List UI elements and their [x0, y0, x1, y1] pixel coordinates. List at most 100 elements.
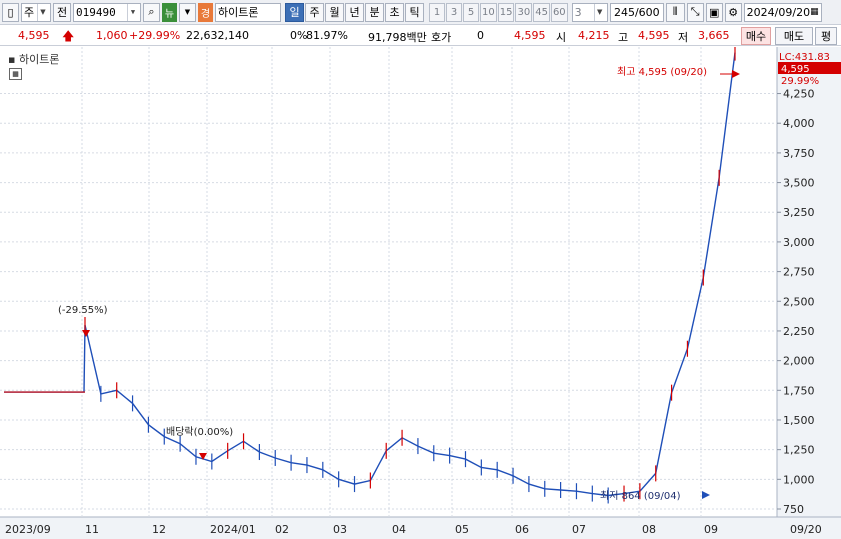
eval-button[interactable]: 평 — [815, 27, 837, 45]
chart-canvas[interactable]: 750 1,000 1,250 1,500 1,750 2,000 2,250 2,500 2,… — [0, 44, 841, 539]
drop-annotation: (-29.55%) — [58, 305, 108, 316]
x-tick-label: 12 — [152, 523, 166, 536]
low-annotation: 최저 864 (09/04) — [600, 490, 681, 502]
y-tick-label: 2,250 — [783, 325, 815, 338]
gear-icon[interactable]: ⚙ — [724, 2, 742, 22]
interval-45[interactable]: 45 — [533, 2, 550, 22]
price-change: 1,060 — [96, 29, 128, 42]
sell-button[interactable]: 매도 — [775, 27, 813, 45]
y-tick-label: 3,750 — [783, 147, 815, 160]
market-type-select[interactable]: 주 ▼ — [21, 2, 51, 22]
period-tab-year[interactable]: 년 — [345, 2, 364, 22]
date-input[interactable]: 2024/09/20 ▦ — [743, 2, 822, 22]
y-tick-label: 1,000 — [783, 473, 815, 486]
data-count-input[interactable]: 245/600 — [609, 2, 664, 22]
interval-60[interactable]: 60 — [550, 2, 568, 22]
chevron-down-icon: ▼ — [593, 3, 605, 21]
y-tick-label: 2,750 — [783, 266, 815, 279]
table-view-icon[interactable]: ▦ — [9, 68, 22, 80]
chart-legend: ▪ 하이트론 — [8, 53, 60, 66]
x-tick-label: 06 — [515, 523, 529, 536]
draw-tool-icon[interactable]: ⤡ — [686, 2, 704, 22]
period-tab-day[interactable]: 일 — [285, 2, 304, 22]
x-tick-label: 09/20 — [790, 523, 822, 536]
period-tab-week[interactable]: 주 — [305, 2, 324, 22]
y-tick-label: 3,500 — [783, 177, 815, 190]
x-tick-label: 08 — [642, 523, 656, 536]
last-rate-label: 29.99% — [781, 76, 819, 87]
market-type-value: 주 — [24, 6, 35, 19]
ratio-label: 0% — [290, 29, 308, 42]
low-price: 3,665 — [698, 29, 730, 42]
y-tick-label: 2,000 — [783, 355, 815, 368]
open-price: 4,215 — [578, 29, 610, 42]
quote-bar: 4,595 🡅 1,060 +29.99% 22,632,140 0% 81.9… — [0, 26, 841, 46]
x-tick-label: 2024/01 — [210, 523, 256, 536]
y-tick-label: 750 — [783, 503, 804, 516]
interval-3[interactable]: 3 — [446, 2, 462, 22]
high-label: 고 — [618, 31, 629, 44]
y-tick-label: 4,250 — [783, 88, 815, 101]
period-tab-minute[interactable]: 분 — [365, 2, 384, 22]
interval-select-value: 3 — [574, 5, 582, 19]
period-tab-second[interactable]: 초 — [385, 2, 404, 22]
interval-30[interactable]: 30 — [515, 2, 533, 22]
dividend-annotation: 배당락(0.00%) — [166, 426, 233, 438]
x-tick-label: 2023/09 — [5, 523, 51, 536]
x-tick-label: 09 — [704, 523, 718, 536]
interval-5[interactable]: 5 — [463, 2, 479, 22]
interval-10[interactable]: 10 — [480, 2, 497, 22]
change-rate: +29.99% — [129, 29, 181, 42]
lc-label: LC:431.83 — [779, 52, 830, 63]
stock-name-field[interactable]: 하이트론 — [215, 2, 281, 22]
open-label: 시 — [556, 31, 567, 44]
alert-badge[interactable]: 경 — [198, 2, 213, 22]
calendar-icon[interactable]: ▦ — [810, 7, 819, 17]
interval-buttons: 1 3 5 10 15 30 45 60 — [429, 2, 568, 22]
candle-type-icon[interactable]: ⫴ — [665, 2, 685, 22]
x-tick-label: 05 — [455, 523, 469, 536]
interval-15[interactable]: 15 — [497, 2, 515, 22]
dropdown-icon[interactable]: ▼ — [179, 2, 196, 22]
chart-settings-icon[interactable]: ▯ — [2, 2, 19, 22]
buy-button[interactable]: 매수 — [741, 27, 771, 45]
y-tick-label: 1,750 — [783, 384, 815, 397]
y-tick-label: 1,250 — [783, 444, 815, 457]
chevron-down-icon: ▼ — [37, 3, 48, 21]
chevron-down-icon: ▼ — [127, 3, 138, 21]
x-tick-label: 03 — [333, 523, 347, 536]
trade-amount: 91,798백만 — [368, 31, 427, 44]
low-label: 저 — [678, 31, 689, 44]
x-tick-label: 07 — [572, 523, 586, 536]
y-tick-label: 3,000 — [783, 236, 815, 249]
last-price-label: 4,595 — [781, 64, 810, 75]
y-tick-label: 2,500 — [783, 295, 815, 308]
market-prefix-button[interactable]: 전 — [53, 2, 71, 22]
save-icon[interactable]: ▣ — [705, 2, 723, 22]
ratio-value: 81.97% — [306, 29, 348, 42]
y-tick-label: 1,500 — [783, 414, 815, 427]
period-tab-month[interactable]: 월 — [325, 2, 344, 22]
news-badge[interactable]: 뉴 — [162, 2, 177, 22]
x-tick-label: 02 — [275, 523, 289, 536]
hoga-value: 0 — [477, 29, 484, 42]
stock-code-value: 019490 — [76, 5, 116, 19]
date-value: 2024/09/20 — [746, 5, 811, 19]
chart-toolbar: ▯ 주 ▼ 전 019490 ▼ ⌕ 뉴 ▼ 경 하이트론 일 주 월 년 분 … — [0, 0, 841, 25]
stock-code-input[interactable]: 019490 ▼ — [73, 2, 141, 22]
chart-legend-name: 하이트론 — [18, 53, 60, 66]
current-price: 4,595 — [18, 29, 50, 42]
hoga-label: 호가 — [431, 31, 452, 44]
interval-select[interactable]: 3 ▼ — [571, 2, 608, 22]
price-chart[interactable]: 750 1,000 1,250 1,500 1,750 2,000 2,250 2,500 2,… — [0, 44, 841, 539]
interval-1[interactable]: 1 — [429, 2, 445, 22]
volume: 22,632,140 — [186, 29, 249, 42]
y-tick-label: 3,250 — [783, 206, 815, 219]
up-arrow-icon: 🡅 — [62, 29, 75, 43]
search-icon[interactable]: ⌕ — [143, 2, 160, 22]
period-tabs: 일 주 월 년 분 초 틱 — [285, 2, 424, 22]
period-tab-tick[interactable]: 틱 — [405, 2, 424, 22]
high-annotation: 최고 4,595 (09/20) — [617, 66, 707, 78]
x-tick-label: 11 — [85, 523, 99, 536]
y-tick-label: 4,000 — [783, 117, 815, 130]
